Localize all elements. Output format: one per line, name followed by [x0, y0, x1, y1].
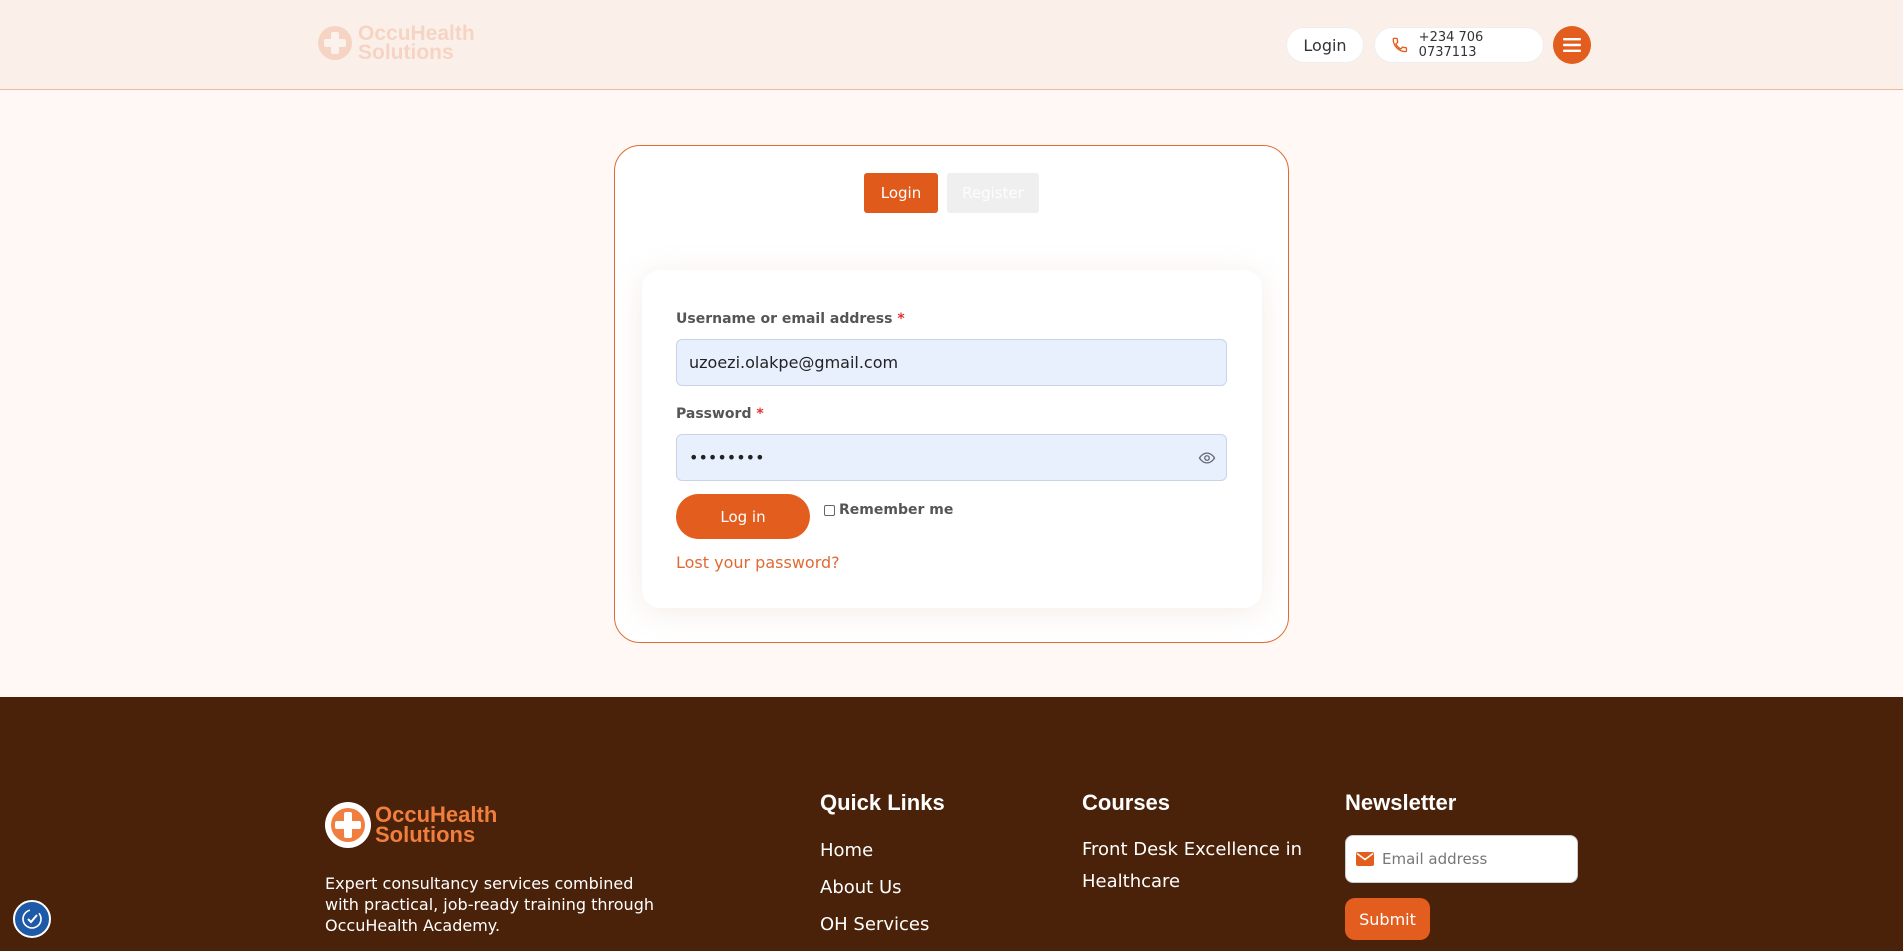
logo-cross-icon	[318, 26, 352, 60]
tab-register[interactable]: Register	[947, 173, 1039, 213]
remember-me[interactable]: Remember me	[824, 502, 953, 518]
newsletter-heading: Newsletter	[1345, 790, 1457, 815]
required-marker: *	[897, 311, 905, 327]
header-phone-button[interactable]: +234 706 0737113	[1374, 27, 1544, 63]
password-input[interactable]: ••••••••	[676, 434, 1227, 481]
tab-login[interactable]: Login	[864, 173, 938, 213]
phone-icon	[1392, 37, 1408, 53]
password-value: ••••••••	[689, 448, 765, 467]
password-label: Password *	[676, 406, 764, 422]
courses-heading: Courses	[1082, 790, 1171, 815]
accessibility-widget-button[interactable]	[13, 900, 51, 938]
lost-password-link[interactable]: Lost your password?	[676, 553, 840, 572]
required-marker: *	[756, 406, 764, 422]
footer-logo[interactable]: OccuHealth Solutions	[325, 802, 497, 848]
email-placeholder: Email address	[1382, 850, 1488, 868]
username-label: Username or email address *	[676, 311, 905, 327]
footer-link-home[interactable]: Home	[820, 840, 873, 861]
site-footer	[0, 697, 1903, 951]
mail-icon	[1356, 852, 1374, 866]
show-password-icon[interactable]	[1198, 449, 1216, 467]
course-link[interactable]: Front Desk Excellence in Healthcare	[1082, 834, 1312, 898]
logo-text-line2: Solutions	[358, 41, 454, 64]
accessibility-icon	[22, 909, 42, 929]
footer-link-about[interactable]: About Us	[820, 877, 902, 898]
remember-me-checkbox[interactable]	[824, 504, 835, 516]
newsletter-submit-button[interactable]: Submit	[1345, 898, 1430, 940]
hamburger-icon	[1563, 38, 1581, 52]
menu-toggle-button[interactable]	[1553, 26, 1591, 64]
site-header: OccuHealth Solutions Login +234 706 0737…	[0, 0, 1903, 90]
footer-logo-line2: Solutions	[375, 822, 476, 847]
username-input[interactable]: uzoezi.olakpe@gmail.com	[676, 339, 1227, 386]
header-login-button[interactable]: Login	[1286, 27, 1364, 63]
logo-cross-icon	[325, 802, 371, 848]
footer-link-services[interactable]: OH Services	[820, 914, 929, 935]
phone-number: +234 706 0737113	[1418, 30, 1484, 60]
site-logo[interactable]: OccuHealth Solutions	[318, 23, 475, 64]
quick-links-heading: Quick Links	[820, 790, 945, 815]
newsletter-email-input[interactable]: Email address	[1345, 835, 1578, 883]
username-value: uzoezi.olakpe@gmail.com	[689, 353, 899, 372]
log-in-button[interactable]: Log in	[676, 494, 810, 539]
remember-me-label: Remember me	[839, 502, 954, 518]
footer-description: Expert consultancy services combined wit…	[325, 874, 654, 935]
